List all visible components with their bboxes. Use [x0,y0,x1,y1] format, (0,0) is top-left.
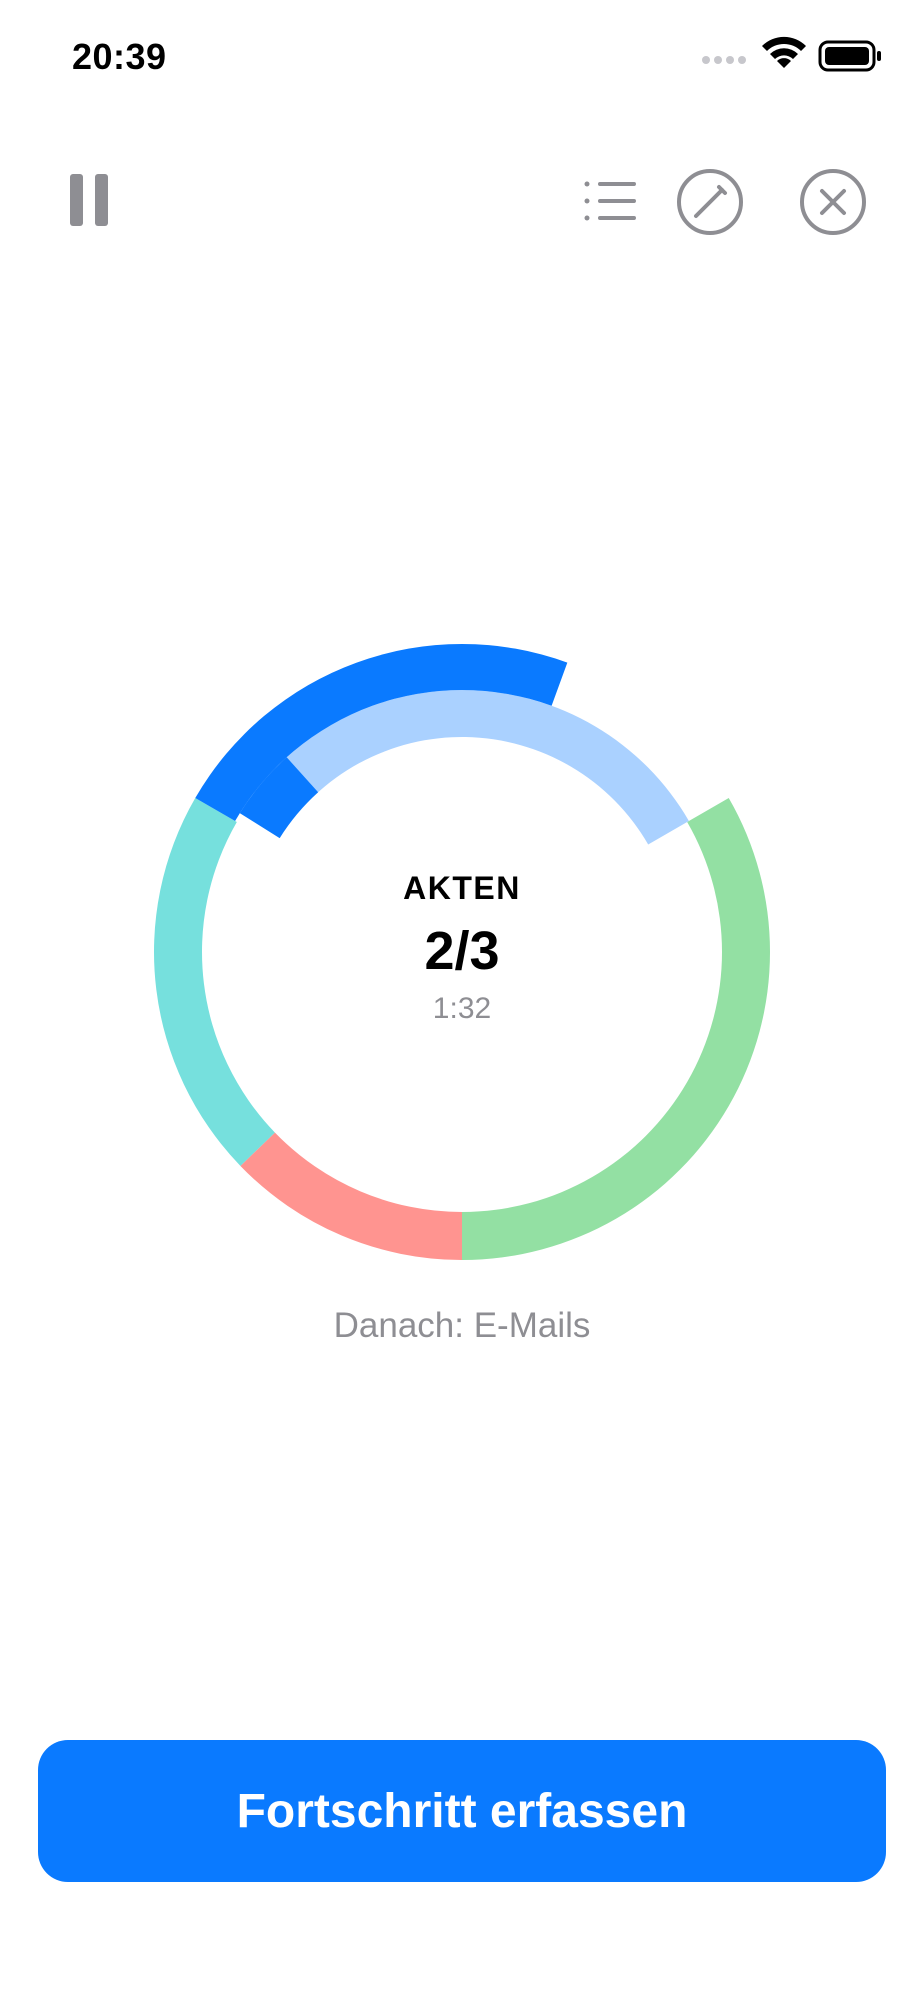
task-progress: 2/3 [424,921,500,981]
record-progress-label: Fortschritt erfassen [236,1784,688,1838]
next-task-label: Danach: E-Mails [333,1306,591,1345]
ring-segment-red [240,1132,462,1260]
task-remaining-time: 1:32 [432,992,492,1025]
ring-segment-green [462,798,770,1260]
record-progress-button[interactable]: Fortschritt erfassen [38,1740,886,1882]
progress-ring [0,0,924,1400]
task-name: AKTEN [403,870,521,906]
